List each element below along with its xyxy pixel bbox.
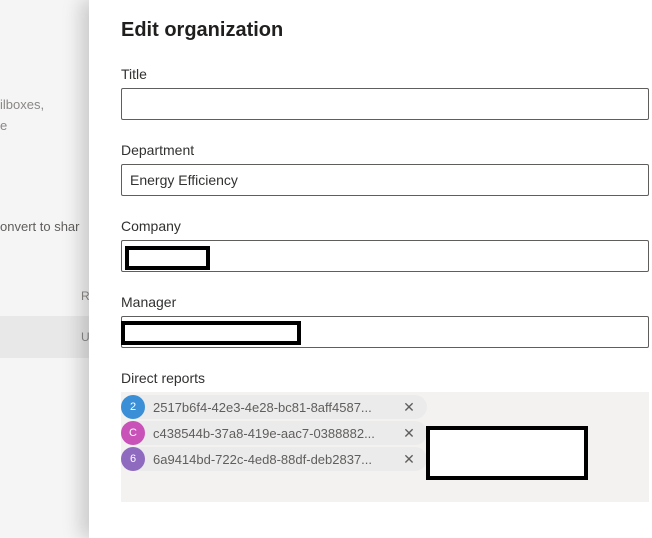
direct-report-name: c438544b-37a8-419e-aac7-0388882... [153, 425, 375, 441]
background-text: e [0, 118, 8, 133]
remove-direct-report-button[interactable]: ✕ [399, 449, 419, 469]
edit-organization-panel: Edit organization Title Department Compa… [89, 0, 652, 538]
panel-title: Edit organization [121, 19, 284, 41]
direct-report-item: 6 6a9414bd-722c-4ed8-88df-deb2837... ✕ [121, 447, 427, 471]
direct-report-item: C c438544b-37a8-419e-aac7-0388882... ✕ [121, 421, 427, 445]
redaction-box [426, 426, 588, 480]
department-input[interactable] [121, 164, 649, 196]
direct-report-item: 2 2517b6f4-42e3-4e28-bc81-8aff4587... ✕ [121, 395, 427, 419]
manager-label: Manager [121, 294, 177, 310]
convert-to-shared-link[interactable]: onvert to shar [0, 219, 80, 234]
avatar: C [121, 421, 145, 445]
department-label: Department [121, 142, 195, 158]
avatar: 6 [121, 447, 145, 471]
redaction-box [125, 246, 210, 270]
title-input[interactable] [121, 88, 649, 120]
direct-reports-label: Direct reports [121, 370, 206, 386]
direct-report-name: 2517b6f4-42e3-4e28-bc81-8aff4587... [153, 399, 372, 415]
title-label: Title [121, 66, 147, 82]
direct-report-name: 6a9414bd-722c-4ed8-88df-deb2837... [153, 451, 373, 467]
background-text: ilboxes, [0, 97, 45, 112]
remove-direct-report-button[interactable]: ✕ [399, 423, 419, 443]
company-label: Company [121, 218, 181, 234]
avatar: 2 [121, 395, 145, 419]
redaction-box [121, 321, 301, 345]
remove-direct-report-button[interactable]: ✕ [399, 397, 419, 417]
